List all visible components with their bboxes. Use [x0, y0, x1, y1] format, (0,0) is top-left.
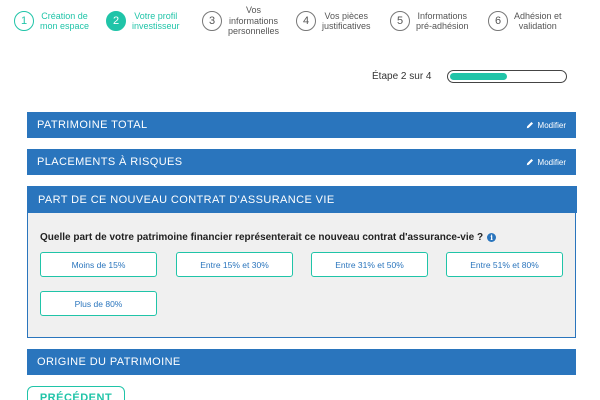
step-4[interactable]: 4 Vos pièces justificatives: [296, 0, 390, 42]
pencil-icon: [526, 158, 533, 166]
modify-label: Modifier: [537, 120, 566, 130]
section-part-contrat: PART DE CE NOUVEAU CONTRAT D'ASSURANCE V…: [27, 186, 577, 338]
stepper: 1 Création de mon espace 2 Votre profil …: [0, 0, 600, 42]
section-placements-risques: PLACEMENTS À RISQUES Modifier: [27, 149, 576, 175]
section-title: PLACEMENTS À RISQUES: [37, 156, 183, 168]
step-label: Votre profil investisseur: [132, 10, 180, 32]
modify-label: Modifier: [537, 157, 566, 167]
step-number: 6: [488, 11, 508, 31]
step-label: Création de mon espace: [40, 10, 90, 32]
option-moins-15[interactable]: Moins de 15%: [40, 252, 157, 277]
step-label: Informations pré-adhésion: [416, 10, 469, 32]
step-number: 3: [202, 11, 222, 31]
modify-placements-risques-button[interactable]: Modifier: [526, 158, 566, 167]
option-31-50[interactable]: Entre 31% et 50%: [311, 252, 428, 277]
modify-patrimoine-total-button[interactable]: Modifier: [526, 121, 566, 130]
question: Quelle part de votre patrimoine financie…: [40, 232, 497, 243]
step-number: 5: [390, 11, 410, 31]
progress-bar: [447, 70, 567, 83]
question-text: Quelle part de votre patrimoine financie…: [40, 232, 484, 243]
step-label: Adhésion et validation: [514, 10, 562, 32]
pencil-icon: [526, 121, 533, 129]
step-label: Vos pièces justificatives: [322, 10, 371, 32]
info-icon[interactable]: i: [487, 233, 497, 242]
section-origine-patrimoine: ORIGINE DU PATRIMOINE: [27, 349, 576, 375]
option-plus-80[interactable]: Plus de 80%: [40, 291, 157, 316]
step-1[interactable]: 1 Création de mon espace: [14, 0, 106, 42]
progress-fill: [450, 73, 507, 80]
section-header: PART DE CE NOUVEAU CONTRAT D'ASSURANCE V…: [28, 186, 577, 213]
step-number: 1: [14, 11, 34, 31]
step-number: 2: [106, 11, 126, 31]
section-title: PART DE CE NOUVEAU CONTRAT D'ASSURANCE V…: [38, 193, 335, 206]
step-label: Vos informations personnelles: [228, 5, 280, 37]
option-15-30[interactable]: Entre 15% et 30%: [176, 252, 293, 277]
step-5[interactable]: 5 Informations pré-adhésion: [390, 0, 488, 42]
previous-button[interactable]: PRÉCÉDENT: [27, 386, 125, 400]
step-6[interactable]: 6 Adhésion et validation: [488, 0, 588, 42]
step-2[interactable]: 2 Votre profil investisseur: [106, 0, 202, 42]
step-3[interactable]: 3 Vos informations personnelles: [202, 0, 296, 42]
section-title: ORIGINE DU PATRIMOINE: [37, 356, 181, 368]
section-patrimoine-total: PATRIMOINE TOTAL Modifier: [27, 112, 576, 138]
option-51-80[interactable]: Entre 51% et 80%: [446, 252, 563, 277]
section-title: PATRIMOINE TOTAL: [37, 119, 148, 131]
step-number: 4: [296, 11, 316, 31]
progress-text: Étape 2 sur 4: [372, 71, 432, 82]
